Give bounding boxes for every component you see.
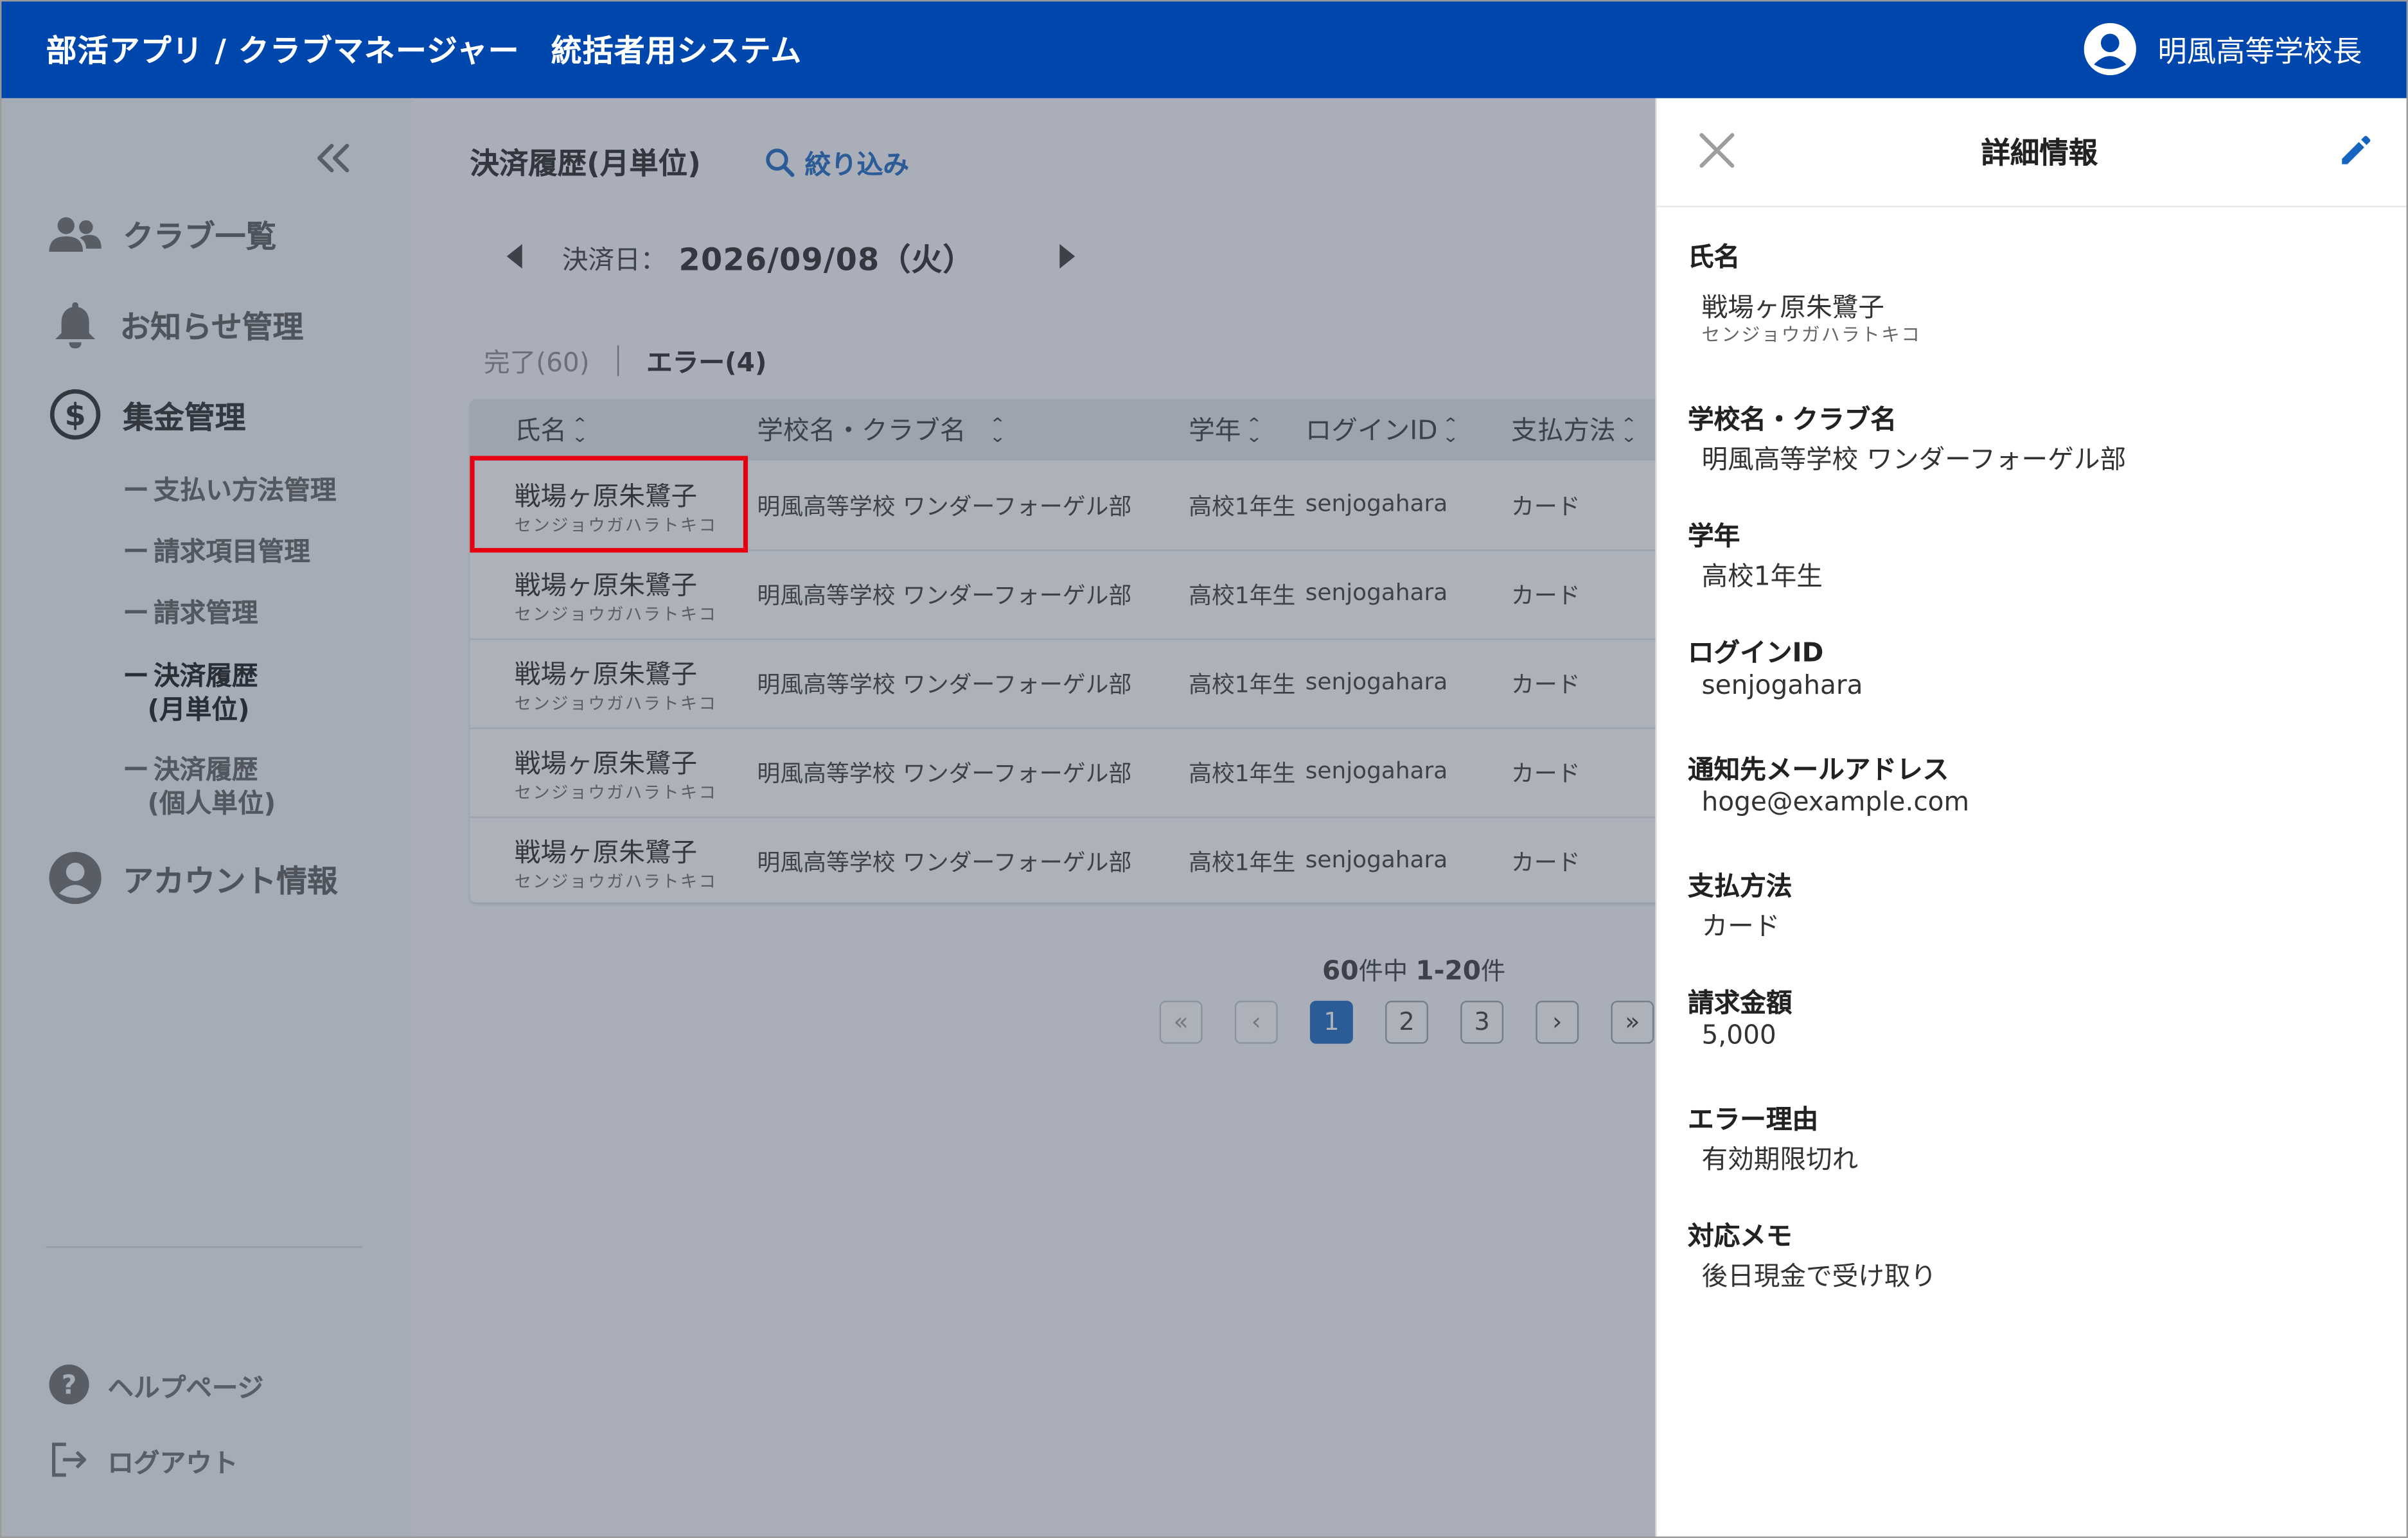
user-menu[interactable]: 明風高等学校長 — [2084, 0, 2362, 98]
user-name: 明風高等学校長 — [2157, 34, 2362, 69]
field-value-error-reason: 有効期限切れ — [1701, 1145, 1859, 1176]
field-value-email: hoge@example.com — [1701, 787, 1970, 818]
selected-row-highlight — [470, 455, 748, 553]
field-value-memo: 後日現金で受け取り — [1701, 1261, 1937, 1293]
field-label-school-club: 学校名・クラブ名 — [1687, 405, 1897, 436]
detail-drawer: 詳細情報 氏名 戦場ヶ原朱鷺子 センジョウガハラトキコ 学校名・クラブ名 明風高… — [1655, 98, 2408, 1538]
field-label-grade: 学年 — [1687, 522, 1740, 553]
field-label-login-id: ログインID — [1687, 638, 1824, 669]
pencil-icon[interactable] — [2337, 132, 2374, 168]
user-circle-icon — [2084, 22, 2136, 76]
field-label-error-reason: エラー理由 — [1687, 1105, 1819, 1136]
field-value-payment: カード — [1701, 912, 1780, 942]
field-label-memo: 対応メモ — [1687, 1221, 1793, 1253]
app-title: 部活アプリ / クラブマネージャー 統括者用システム — [46, 32, 802, 69]
drawer-header: 詳細情報 — [1657, 98, 2408, 208]
app-screen: 部活アプリ / クラブマネージャー 統括者用システム 明風高等学校長 クラブ一覧 — [0, 0, 2408, 1538]
drawer-title: 詳細情報 — [1981, 136, 2098, 171]
field-value-amount: 5,000 — [1701, 1020, 1776, 1052]
field-value-grade: 高校1年生 — [1701, 561, 1823, 593]
top-app-bar: 部活アプリ / クラブマネージャー 統括者用システム 明風高等学校長 — [0, 0, 2408, 98]
modal-backdrop[interactable] — [0, 98, 1656, 1538]
field-value-school-club: 明風高等学校 ワンダーフォーゲル部 — [1701, 445, 2127, 476]
field-label-payment: 支払方法 — [1687, 872, 1793, 903]
field-label-email: 通知先メールアドレス — [1687, 755, 1949, 786]
field-label-amount: 請求金額 — [1687, 988, 1793, 1020]
field-value-login-id: senjogahara — [1701, 671, 1863, 702]
field-value-name-kana: センジョウガハラトキコ — [1701, 324, 1922, 346]
field-label-name: 氏名 — [1687, 242, 1740, 274]
field-value-name: 戦場ヶ原朱鷺子 — [1701, 293, 1884, 324]
